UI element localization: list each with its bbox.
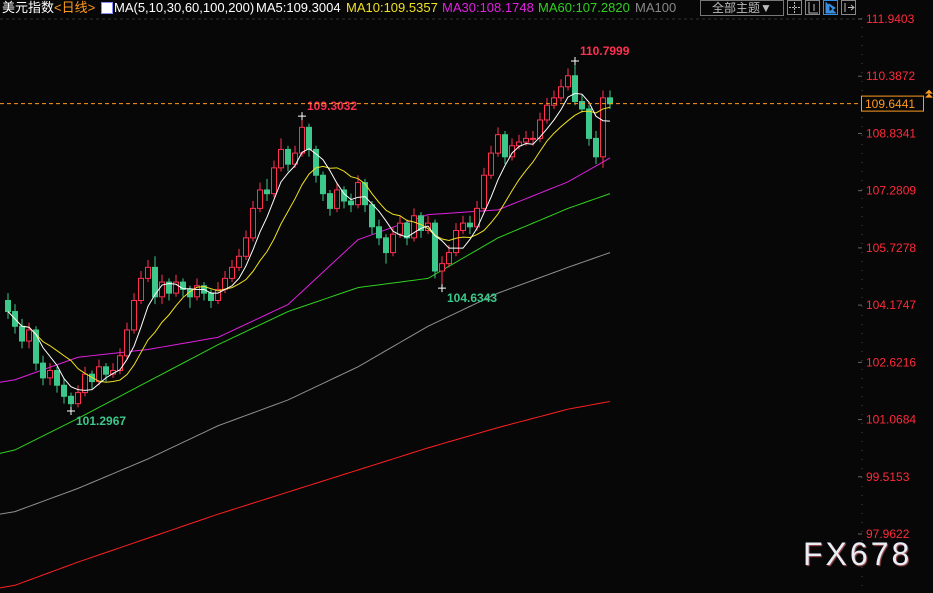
candle-up [411,215,417,239]
candle-up [439,263,445,272]
extreme-marker [438,284,446,293]
candle-up [481,174,487,209]
candle-down [348,200,354,206]
y-tick-label: 108.8341 [866,126,916,140]
candle-down [208,292,214,301]
y-tick-label: 105.7278 [866,241,916,255]
high-label: 109.3032 [307,99,357,113]
candle-up [26,329,32,342]
candle-up [516,141,522,147]
candle-up [544,104,550,121]
ma100-value: MA100 [635,0,677,15]
candle-up [551,97,557,106]
candlestick-chart: 111.9403110.3872108.8341107.2809105.7278… [0,12,933,593]
extreme-marker [298,112,306,121]
watermark: FX678 [803,536,913,572]
candle-up [145,266,151,279]
y-tick-label: 107.2809 [866,184,916,198]
candle-up [600,97,606,158]
ma60-value: MA60:107.2820 [538,0,630,15]
theme-button[interactable]: 全部主题▼ [700,0,784,16]
candle-up [523,137,529,143]
candle-up [222,277,228,290]
candle-up [530,137,536,140]
extreme-marker [571,57,579,66]
candle-down [593,137,599,158]
candle-down [383,237,389,254]
crosshair-icon[interactable] [787,0,802,15]
candle-down [572,75,578,103]
candle-up [138,277,144,301]
candle-down [502,134,508,158]
candle-up [334,189,340,209]
play-icon[interactable] [823,0,838,15]
candle-up [397,222,403,235]
candle-up [488,152,494,176]
candle-up [355,182,361,206]
candle-up [243,237,249,257]
candle-up [453,229,459,254]
candle-down [61,384,67,397]
candle-up [96,366,102,383]
candle-up [250,207,256,239]
low-label: 101.2967 [76,414,126,428]
extreme-marker [67,407,75,416]
candle-down [285,148,291,165]
ma30-line [0,157,611,383]
period-selector[interactable]: <日线> [54,0,95,16]
candle-down [19,325,25,342]
candle-down [586,108,592,139]
instrument-title: 美元指数 [2,0,55,15]
candle-down [264,189,270,195]
candle-down [376,226,382,239]
y-tick-label: 102.6216 [866,355,916,369]
low-label: 104.6343 [447,291,497,305]
candle-up [446,252,452,265]
ma-spec[interactable]: MA(5,10,30,60,100,200) [114,0,254,16]
candle-down [579,101,585,110]
candle-up [124,329,130,357]
candle-up [47,369,53,379]
candle-down [306,126,312,150]
candle-down [607,97,613,105]
scroll-up-icon [925,89,933,98]
candle-down [369,204,375,228]
candle-up [117,355,123,371]
candle-up [390,233,396,254]
candle-up [75,392,81,405]
ma200-line [0,400,611,589]
candle-down [432,222,438,272]
ma10-value: MA10:109.5357 [346,0,438,15]
last-price-label: 109.6441 [865,97,915,111]
candle-up [271,167,277,195]
axis-icon[interactable] [805,0,820,15]
candle-up [257,189,263,209]
candle-up [558,86,564,99]
ma30-value: MA30:108.1748 [442,0,534,15]
exit-icon[interactable] [841,0,856,15]
y-tick-label: 99.5153 [866,470,910,484]
y-tick-label: 101.0684 [866,413,916,427]
candle-up [278,148,284,169]
candle-up [495,134,501,154]
candle-up [131,299,137,331]
y-tick-label: 110.3872 [866,69,915,83]
ma5-value: MA5:109.3004 [256,0,341,15]
y-tick-label: 104.1747 [866,298,916,312]
candle-up [229,266,235,279]
candle-down [68,395,74,405]
candle-down [103,366,109,375]
candle-up [236,255,242,268]
candle-down [40,362,46,379]
candle-up [460,222,466,231]
high-label: 110.7999 [580,44,630,58]
candle-down [467,222,473,228]
candle-down [5,299,11,313]
indicator-icon[interactable] [101,2,113,14]
candle-down [320,174,326,195]
candle-down [54,369,60,386]
candle-down [327,193,333,209]
candle-up [565,75,571,88]
candle-up [299,126,305,154]
